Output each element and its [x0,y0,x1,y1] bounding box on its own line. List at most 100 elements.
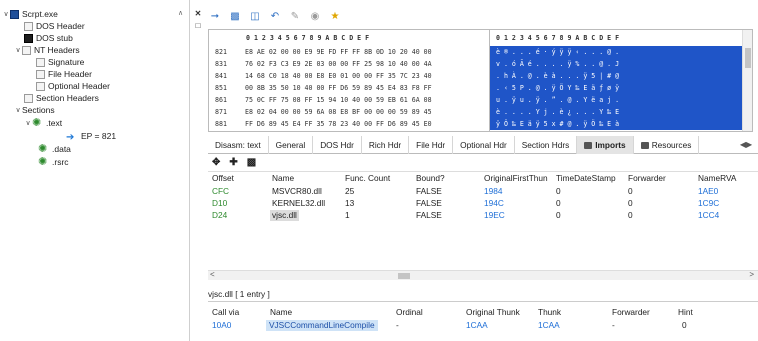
tab-scroll-arrows-icon[interactable]: ◀▶ [734,136,758,153]
tree-item-label: Signature [48,57,85,67]
table-row[interactable]: 10A0 VJSCCommandLineCompile - 1CAA 1CAA … [208,320,758,331]
column-header-timedatestamp[interactable]: TimeDateStamp [556,172,616,184]
tree-item-label: Scrpt.exe [22,9,58,19]
move-icon[interactable]: ✥ [212,157,220,168]
tree-item-label: .data [52,144,71,154]
tree-item-dos-header[interactable]: DOS Header [24,21,85,32]
ascii-row[interactable]: . h À . @ . è à . . . ÿ 5 | # @ [490,70,752,82]
cell-forwarder: 0 [628,186,633,196]
exe-icon [10,10,19,19]
column-header-name-rva[interactable]: NameRVA [698,172,736,184]
tab-rich-hdr[interactable]: Rich Hdr [362,136,410,154]
export-icon[interactable]: ◫ [248,9,262,23]
pin-icon[interactable]: □ [192,20,204,32]
column-header-bound[interactable]: Bound? [416,172,445,184]
close-icon[interactable]: ✕ [192,8,204,20]
chevron-down-icon[interactable]: ∨ [14,45,22,56]
hex-bytes: 14 68 C0 18 40 00 E8 E0 01 00 00 FF 35 7… [245,72,432,80]
column-header-forwarder[interactable]: Forwarder [628,172,666,184]
forward-arrow-icon[interactable]: ➞ [208,9,222,23]
tab-imports[interactable]: Imports [577,136,634,154]
tab-file-hdr[interactable]: File Hdr [409,136,454,154]
scroll-thumb[interactable] [398,273,410,279]
horizontal-scrollbar[interactable]: < > [208,270,758,280]
ascii-row[interactable]: è . . . . Y j . è ¿ . . . Y ‰ E [490,106,752,118]
hex-address: 871 [215,108,227,116]
tab-label: General [275,140,306,150]
column-header-original-thunk[interactable]: Original Thunk [466,306,520,318]
ascii-row[interactable]: è ® . . . é · ý ÿ ÿ ‹ . . . @ . [490,46,752,58]
imports-table: Offset Name Func. Count Bound? OriginalF… [208,171,758,281]
tab-section-hdrs[interactable]: Section Hdrs [515,136,578,154]
save-icon[interactable]: ▩ [228,9,242,23]
tree-item-ep[interactable]: ➔ EP = 821 [66,131,117,143]
column-header-name[interactable]: Name [272,172,294,184]
ascii-row[interactable]: ÿ Ö ‰ E ä ÿ 5 x # @ . ÿ Ö ‰ E à [490,118,752,130]
ascii-row[interactable]: u . ÿ u . ÿ . ” . @ . Y ë a j . [490,94,752,106]
scroll-left-icon[interactable]: < [210,270,215,279]
tree-item-text[interactable]: ∨ ✺ .text [24,118,62,129]
ascii-column-header: 0 1 2 3 4 5 6 7 8 9 A B C D E F [496,34,620,42]
table-row[interactable]: CFC MSVCR80.dll 25 FALSE 1984 0 0 1AE0 [208,186,758,197]
tree-item-signature[interactable]: Signature [36,57,84,68]
collapse-arrow-icon[interactable]: ∧ [176,9,185,18]
chevron-down-icon[interactable]: ∨ [24,118,32,129]
cell-name-rva: 1AE0 [698,186,719,196]
tree-item-optional-header[interactable]: Optional Header [36,81,110,92]
column-header-offset[interactable]: Offset [212,172,234,184]
column-header-call-via[interactable]: Call via [212,306,239,318]
undo-icon[interactable]: ↶ [268,9,282,23]
tree-item-label: EP = 821 [81,131,117,141]
save-icon[interactable]: ▩ [247,157,256,168]
tab-resources[interactable]: Resources [634,136,700,154]
hex-bytes: E8 02 04 00 00 59 6A 08 E8 BF 00 00 00 5… [245,108,432,116]
hex-edit-icon[interactable]: ✎ [288,9,302,23]
column-header-forwarder[interactable]: Forwarder [612,306,650,318]
tree-item-dos-stub[interactable]: DOS stub [24,33,73,44]
tab-disasm[interactable]: Disasm: text [208,136,269,154]
tab-label: Optional Hdr [460,140,507,150]
column-header-ordinal[interactable]: Ordinal [396,306,423,318]
ascii-row[interactable]: . ‹ 5 P . @ . ÿ Ö Y ‰ E ä ƒ ø ÿ [490,82,752,94]
tree-item-root[interactable]: ∨ Scrpt.exe [2,9,58,20]
cell-timedatestamp: 0 [556,186,561,196]
tree-item-section-headers[interactable]: Section Headers [24,93,99,104]
column-header-name[interactable]: Name [270,306,292,318]
ascii-row[interactable]: v . ó Ã é . . . . ÿ % . . @ . J [490,58,752,70]
tree-item-label: .rsrc [52,157,69,167]
tree-item-data[interactable]: ✺ .data [38,144,71,155]
ascii-panel[interactable]: 0 1 2 3 4 5 6 7 8 9 A B C D E F è ® . . … [489,30,752,131]
table-row-selected[interactable]: D24 vjsc.dll 1 FALSE 19EC 0 0 1CC4 [208,210,758,221]
column-header-thunk[interactable]: Thunk [538,306,561,318]
tree-item-nt-headers[interactable]: ∨ NT Headers [14,45,80,56]
column-header-hint[interactable]: Hint [678,306,693,318]
hex-view[interactable]: 0 1 2 3 4 5 6 7 8 9 A B C D E F 821 E8 AE… [208,29,753,132]
column-header-original-first-thunk[interactable]: OriginalFirstThun [484,172,548,184]
hex-bytes-panel[interactable]: 0 1 2 3 4 5 6 7 8 9 A B C D E F 821 E8 AE… [209,30,481,131]
add-icon[interactable]: ✚ [229,157,237,168]
page-icon [36,82,45,91]
table-row[interactable]: D10 KERNEL32.dll 13 FALSE 194C 0 0 1C9C [208,198,758,209]
tab-general[interactable]: General [269,136,314,154]
cell-original-first-thunk: 1984 [484,186,503,196]
tree-item-file-header[interactable]: File Header [36,69,92,80]
column-header-func-count[interactable]: Func. Count [345,172,390,184]
cell-func-count: 13 [345,198,355,208]
scroll-right-icon[interactable]: > [749,270,754,279]
tab-optional-hdr[interactable]: Optional Hdr [453,136,515,154]
chevron-down-icon[interactable]: ∨ [2,9,10,20]
page-icon [22,46,31,55]
favorite-icon[interactable]: ★ [328,9,342,23]
tree-item-label: NT Headers [34,45,80,55]
tab-dos-hdr[interactable]: DOS Hdr [313,136,362,154]
search-icon[interactable]: ◉ [308,9,322,23]
chevron-down-icon[interactable]: ∨ [14,105,22,116]
tree-item-rsrc[interactable]: ✺ .rsrc [38,157,69,168]
cell-forwarder: - [612,320,615,330]
page-icon [24,22,33,31]
page-icon [36,70,45,79]
tree-item-sections[interactable]: ∨ Sections [14,105,54,116]
scroll-thumb[interactable] [745,48,751,68]
hex-bytes: E8 AE 02 00 00 E9 9E FD FF FF 8B 0D 10 2… [245,48,432,56]
hex-scrollbar[interactable] [742,30,752,131]
